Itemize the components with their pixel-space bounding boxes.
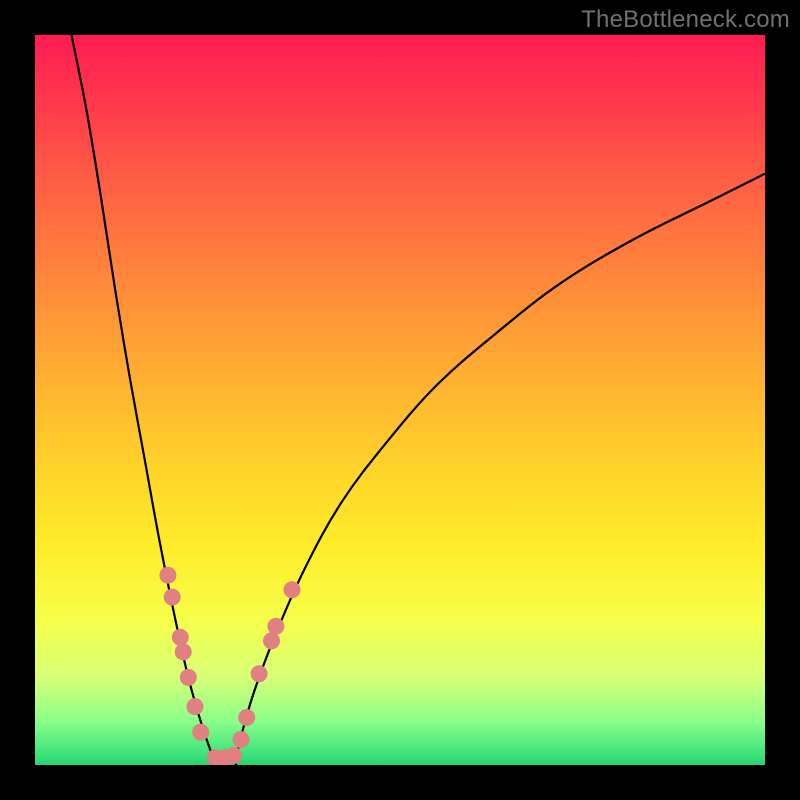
data-marker xyxy=(232,731,249,748)
data-marker xyxy=(186,698,203,715)
left-curve xyxy=(72,35,217,765)
chart-frame: TheBottleneck.com xyxy=(0,0,800,800)
data-marker xyxy=(175,643,192,660)
data-marker xyxy=(180,669,197,686)
data-marker xyxy=(172,629,189,646)
plot-area xyxy=(35,35,765,765)
data-marker xyxy=(192,724,209,741)
right-curve xyxy=(236,174,765,765)
data-marker xyxy=(263,632,280,649)
data-marker xyxy=(164,589,181,606)
data-marker xyxy=(251,665,268,682)
data-marker xyxy=(225,747,242,764)
data-marker xyxy=(284,581,301,598)
chart-svg xyxy=(35,35,765,765)
data-marker xyxy=(159,567,176,584)
brand-watermark: TheBottleneck.com xyxy=(581,6,790,34)
marker-group xyxy=(159,567,300,765)
data-marker xyxy=(238,709,255,726)
data-marker xyxy=(267,618,284,635)
